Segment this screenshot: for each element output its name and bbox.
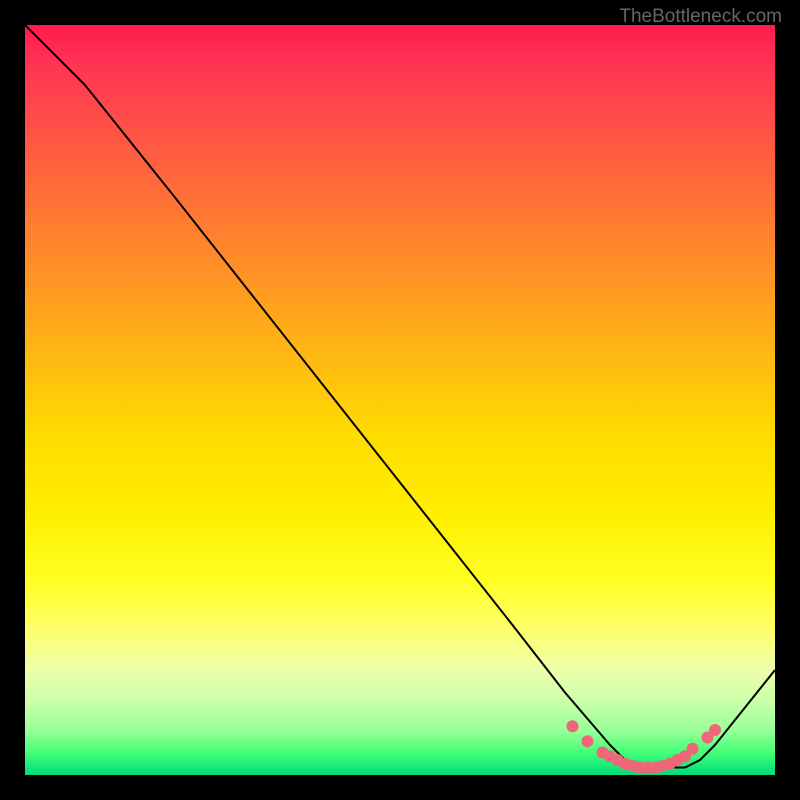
marker-point <box>687 743 699 755</box>
watermark-text: TheBottleneck.com <box>619 6 782 28</box>
marker-point <box>582 735 594 747</box>
marker-point <box>709 724 721 736</box>
chart-svg <box>25 25 775 775</box>
optimal-markers <box>567 720 722 773</box>
marker-point <box>567 720 579 732</box>
bottleneck-curve-line <box>25 25 775 768</box>
